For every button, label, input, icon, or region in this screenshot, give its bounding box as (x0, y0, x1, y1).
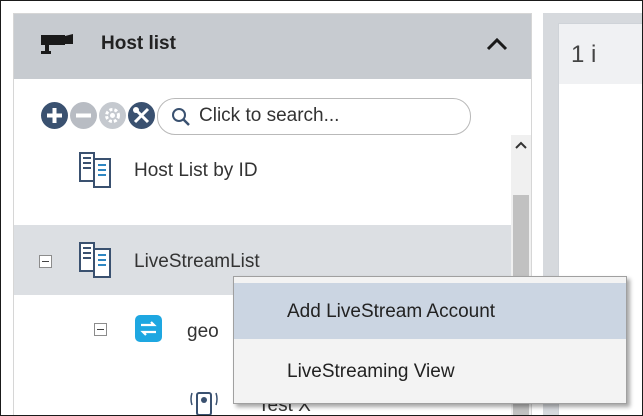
gear-icon[interactable] (99, 102, 126, 129)
context-menu: Add LiveStream Account LiveStreaming Vie… (233, 276, 627, 404)
scroll-up-icon[interactable] (511, 135, 531, 155)
collapse-toggle[interactable] (94, 323, 107, 336)
application-window: Host list Click to search... Host List b… (0, 0, 643, 416)
menu-item-add-livestream-account[interactable]: Add LiveStream Account (234, 283, 626, 339)
chevron-up-icon[interactable] (485, 36, 509, 52)
camera-icon (190, 392, 218, 415)
toolbar (14, 79, 531, 135)
tree-item-host-list-by-id[interactable]: Host List by ID (14, 135, 511, 205)
right-title: 1 i (571, 41, 597, 68)
collapse-toggle[interactable] (39, 255, 52, 268)
host-list-icon (79, 152, 111, 188)
search-input[interactable] (199, 103, 449, 129)
add-icon[interactable] (41, 102, 68, 129)
search-icon (172, 108, 190, 126)
right-header: 1 i (559, 24, 642, 84)
tools-icon[interactable] (128, 102, 155, 129)
stream-icon (135, 315, 162, 342)
host-list-icon (79, 242, 111, 278)
menu-item-label: LiveStreaming View (287, 361, 455, 382)
search-box[interactable] (157, 98, 471, 135)
cctv-camera-icon (41, 34, 73, 54)
panel-title: Host list (101, 33, 176, 54)
panel-header: Host list (14, 14, 531, 79)
tree-item-label: LiveStreamList (134, 251, 260, 272)
menu-item-livestreaming-view[interactable]: LiveStreaming View (234, 343, 626, 399)
remove-icon[interactable] (70, 102, 97, 129)
tree-item-label: Host List by ID (134, 160, 258, 181)
tree-item-label: geo (187, 321, 219, 342)
menu-item-label: Add LiveStream Account (287, 301, 496, 322)
